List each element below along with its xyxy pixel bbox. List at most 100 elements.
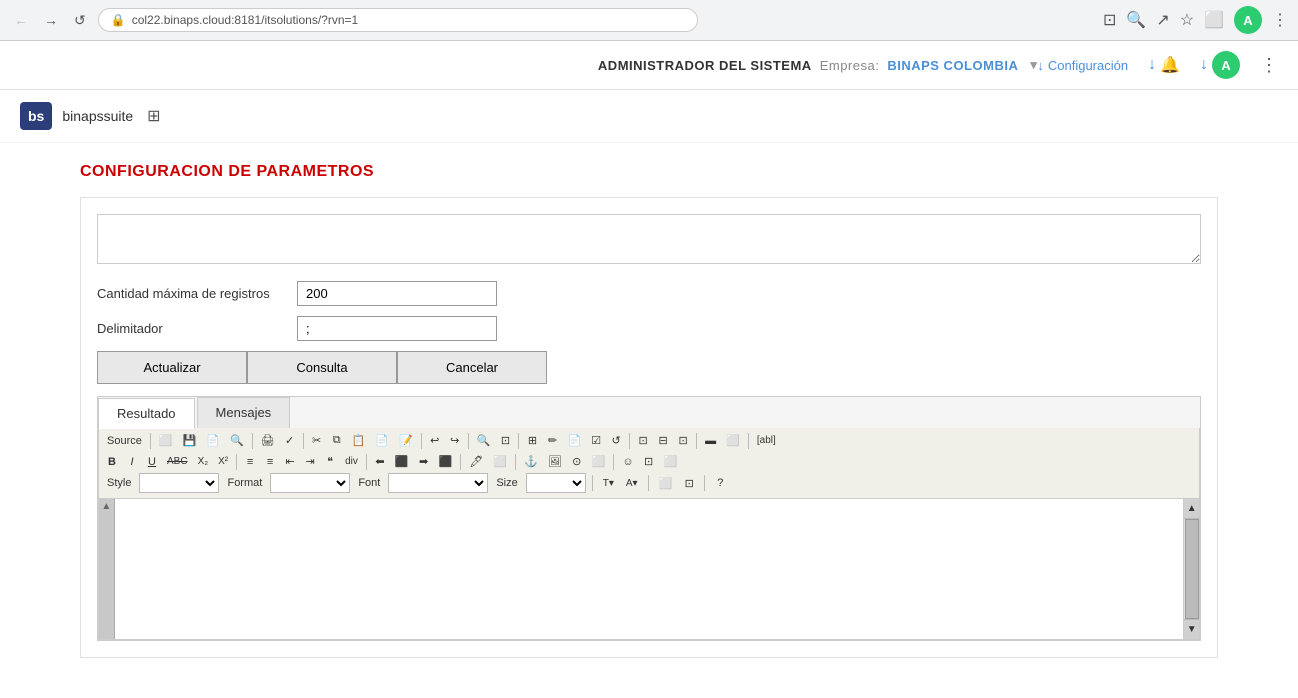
maximize-btn[interactable]: ⬜ xyxy=(655,474,677,493)
user-avatar[interactable]: A xyxy=(1234,6,1262,34)
iframe-btn[interactable]: ↺ xyxy=(607,431,625,450)
logo-bs: bs xyxy=(28,108,44,124)
removeformat-btn[interactable]: ⬜ xyxy=(489,452,511,471)
ul-btn[interactable]: ≡ xyxy=(261,453,279,471)
sep14 xyxy=(613,454,614,470)
format-select[interactable] xyxy=(270,473,350,493)
toolbar-row-1: Source ⬜ 💾 📄 🔍 🖨 ✓ ✂ ⧉ 📋 📄 xyxy=(103,431,1195,450)
align-center-btn[interactable]: ⬛ xyxy=(391,452,413,471)
zoom-icon[interactable]: 🔍 xyxy=(1126,10,1146,30)
empresa-dropdown-icon[interactable]: ▾ xyxy=(1030,57,1037,73)
topbar-right: ↓ Configuración ↓ 🔔 ↓ A ⋮ xyxy=(1037,51,1278,79)
more-icon[interactable]: ⋮ xyxy=(1260,55,1278,76)
bold-btn[interactable]: B xyxy=(103,453,121,471)
url-bar[interactable]: 🔒 col22.binaps.cloud:8181/itsolutions/?r… xyxy=(98,8,698,32)
font-select[interactable] xyxy=(388,473,488,493)
bookmark-icon[interactable]: ☆ xyxy=(1180,10,1194,30)
topbar-center: ADMINISTRADOR DEL SISTEMA Empresa: BINAP… xyxy=(598,57,1037,73)
logo[interactable]: bs xyxy=(20,102,52,130)
tab-resultado[interactable]: Resultado xyxy=(98,398,195,429)
print-btn[interactable]: 🖨 xyxy=(257,431,279,450)
superscript-btn[interactable]: X² xyxy=(214,453,232,470)
sep1 xyxy=(150,433,151,449)
tab-mensajes[interactable]: Mensajes xyxy=(197,397,291,428)
align-left-btn[interactable]: ⬅ xyxy=(371,452,389,471)
ol-btn[interactable]: ≡ xyxy=(241,453,259,471)
hline-btn[interactable]: ▬ xyxy=(701,432,720,450)
paste-text-btn[interactable]: 📄 xyxy=(371,431,393,450)
share-icon[interactable]: ↗ xyxy=(1156,10,1169,30)
special-char2-btn[interactable]: ⊡ xyxy=(640,452,658,471)
paste-btn[interactable]: 📋 xyxy=(348,431,370,450)
strikethrough-btn[interactable]: ABC xyxy=(163,453,192,470)
draw-btn[interactable]: ✏ xyxy=(543,431,561,450)
menu-icon[interactable]: ⋮ xyxy=(1272,10,1288,30)
bell-arrow-icon: ↓ xyxy=(1148,56,1156,74)
screenshot-icon[interactable]: ⊡ xyxy=(1103,10,1116,30)
div-btn[interactable]: div xyxy=(341,453,362,470)
back-button[interactable]: ← xyxy=(10,10,32,30)
forward-button[interactable]: → xyxy=(40,10,62,30)
scrollbar-up-btn[interactable]: ▲ xyxy=(1184,499,1199,519)
scrollbar-down-btn[interactable]: ▼ xyxy=(1184,619,1199,639)
size-select[interactable] xyxy=(526,473,586,493)
subscript-btn[interactable]: X₂ xyxy=(194,453,213,470)
config-link[interactable]: ↓ Configuración xyxy=(1037,58,1128,73)
abl-btn[interactable]: [abl] xyxy=(753,432,780,449)
user-btn[interactable]: ↓ A xyxy=(1200,51,1240,79)
align-justify-btn[interactable]: ⬛ xyxy=(435,452,457,471)
flash2-btn[interactable]: ⊙ xyxy=(568,452,586,471)
apps-grid-btn[interactable]: ⊞ xyxy=(143,102,164,130)
preview-btn[interactable]: 🔍 xyxy=(226,431,248,450)
cancelar-button[interactable]: Cancelar xyxy=(397,351,547,384)
delimitador-input[interactable] xyxy=(297,316,497,341)
bgcolor-btn[interactable]: A▾ xyxy=(622,475,642,492)
templates-btn[interactable]: ⬜ xyxy=(155,431,177,450)
cantidad-input[interactable] xyxy=(297,281,497,306)
flash-btn[interactable]: ⊡ xyxy=(634,431,652,450)
extra-btn[interactable]: ⬜ xyxy=(660,452,682,471)
blockquote-btn[interactable]: ❝ xyxy=(321,452,339,471)
reload-button[interactable]: ↺ xyxy=(70,10,90,31)
bell-btn[interactable]: ↓ 🔔 xyxy=(1148,55,1180,75)
smiley-btn[interactable]: ☺ xyxy=(618,453,637,471)
main-textarea[interactable] xyxy=(97,214,1201,264)
paste-word-btn[interactable]: 📝 xyxy=(395,431,417,450)
special-char-btn[interactable]: ⬜ xyxy=(722,431,744,450)
new-doc-btn[interactable]: 📄 xyxy=(202,431,224,450)
textstyle-btn[interactable]: 🖊 xyxy=(465,452,487,471)
textcolor-btn[interactable]: T▾ xyxy=(599,475,618,492)
editor-body[interactable] xyxy=(115,499,1184,639)
select-all-btn[interactable]: ⊡ xyxy=(496,431,514,450)
find-btn[interactable]: 🔍 xyxy=(473,431,495,450)
style-select[interactable] xyxy=(139,473,219,493)
delimitador-label: Delimitador xyxy=(97,321,297,336)
table2-btn[interactable]: ⬜ xyxy=(588,452,610,471)
undo-btn[interactable]: ↩ xyxy=(426,431,444,450)
hidden-btn[interactable]: ⊡ xyxy=(674,431,692,450)
consulta-button[interactable]: Consulta xyxy=(247,351,397,384)
showblocks-btn[interactable]: ⊡ xyxy=(680,474,698,493)
form-btn[interactable]: ⊟ xyxy=(654,431,672,450)
check-btn[interactable]: ✓ xyxy=(281,431,299,450)
table-btn[interactable]: ⊞ xyxy=(523,431,541,450)
save-btn[interactable]: 💾 xyxy=(179,431,201,450)
italic-btn[interactable]: I xyxy=(123,453,141,471)
cut-btn[interactable]: ✂ xyxy=(308,431,326,450)
copy-btn[interactable]: ⧉ xyxy=(328,431,346,450)
help-btn[interactable]: ? xyxy=(711,474,729,492)
align-right-btn[interactable]: ➡ xyxy=(415,452,433,471)
source-btn[interactable]: Source xyxy=(103,432,146,450)
actualizar-button[interactable]: Actualizar xyxy=(97,351,247,384)
toolbar-row-3: Style Format Font Size T▾ A▾ ⬜ ⊡ xyxy=(103,473,1195,493)
window-icon[interactable]: ⬜ xyxy=(1204,10,1224,30)
scrollbar-thumb[interactable] xyxy=(1185,519,1199,619)
indent-btn[interactable]: ⇥ xyxy=(301,452,319,471)
page-break-btn[interactable]: 📄 xyxy=(563,431,585,450)
checkbox-btn[interactable]: ☑ xyxy=(587,431,605,450)
redo-btn[interactable]: ↪ xyxy=(446,431,464,450)
outdent-btn[interactable]: ⇤ xyxy=(281,452,299,471)
underline-btn[interactable]: U xyxy=(143,453,161,471)
image-btn[interactable]: 🖼 xyxy=(544,452,566,471)
anchor-btn[interactable]: ⚓ xyxy=(520,452,542,471)
